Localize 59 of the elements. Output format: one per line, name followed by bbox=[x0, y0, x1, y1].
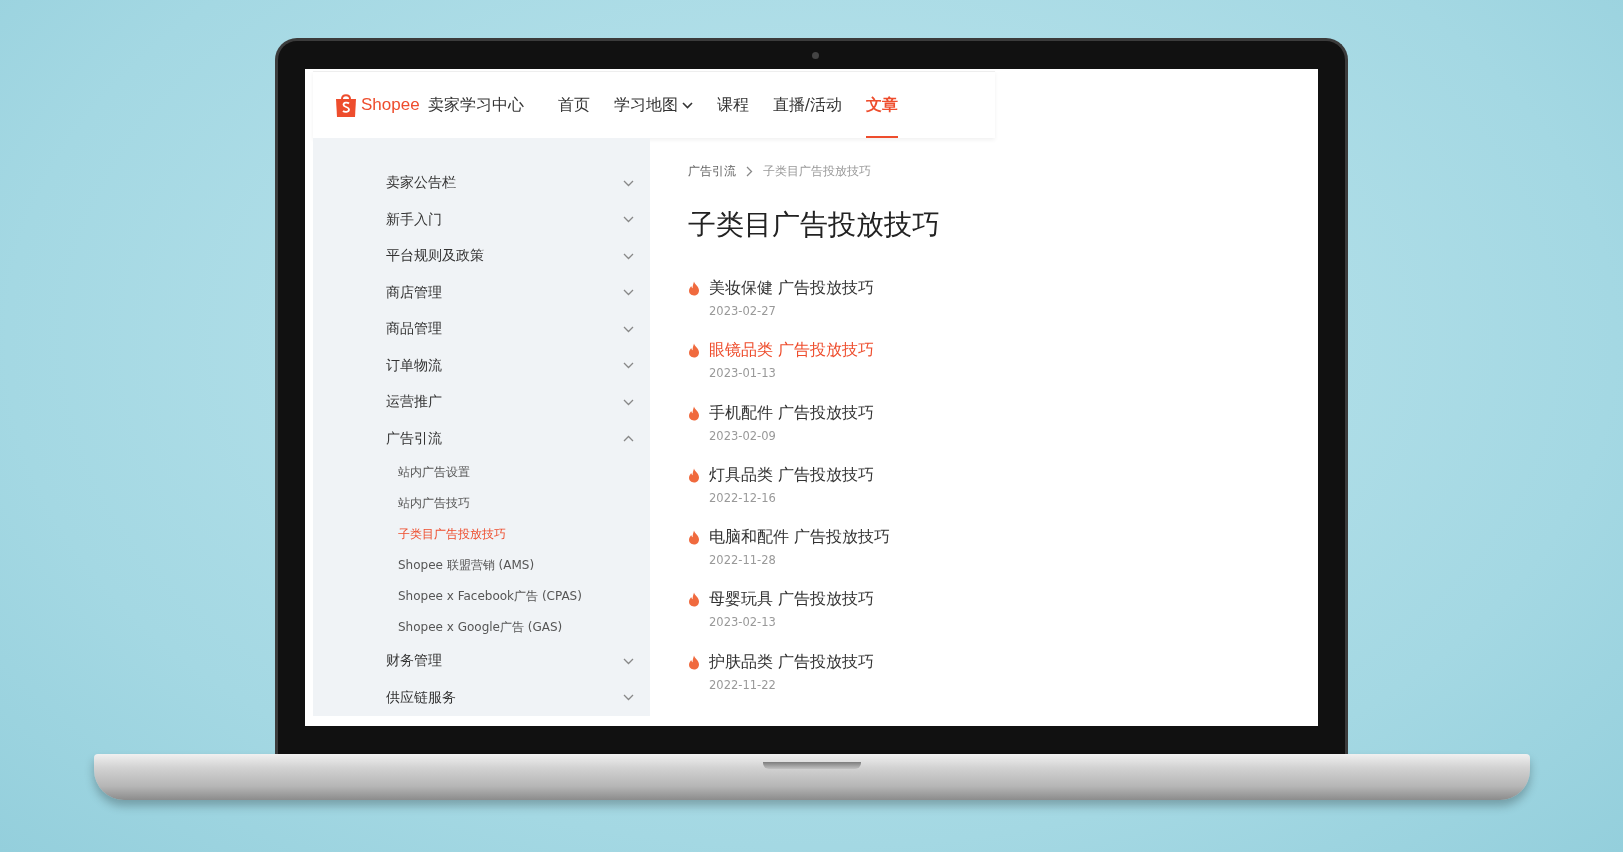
flame-icon bbox=[688, 281, 700, 296]
page-title: 子类目广告投放技巧 bbox=[688, 207, 941, 243]
sidebar-item[interactable]: 供应链服务 bbox=[313, 679, 650, 716]
shopping-bag-logo-icon bbox=[335, 92, 357, 118]
sidebar-subitem[interactable]: 站内广告设置 bbox=[313, 457, 650, 488]
flame-icon bbox=[688, 343, 700, 359]
chevron-down-icon bbox=[623, 289, 634, 297]
flame-icon bbox=[688, 530, 700, 546]
article-date: 2023-01-13 bbox=[709, 366, 777, 381]
article-date: 2022-11-22 bbox=[709, 677, 777, 692]
sidebar-subitem[interactable]: Shopee x Google广告 (GAS) bbox=[313, 612, 650, 643]
sidebar-item[interactable]: 运营推广 bbox=[313, 384, 650, 421]
article-date: 2022-11-28 bbox=[709, 553, 777, 568]
nav-tab[interactable]: 直播/活动 bbox=[772, 72, 842, 138]
sidebar-item[interactable]: 广告引流 bbox=[313, 420, 650, 457]
article-date: 2022-12-16 bbox=[709, 490, 777, 505]
chevron-down-icon bbox=[623, 398, 634, 406]
camera-icon bbox=[811, 52, 819, 59]
breadcrumb-link[interactable]: 广告引流 bbox=[688, 163, 736, 180]
chevron-down-icon bbox=[623, 252, 634, 260]
chevron-up-icon bbox=[623, 435, 634, 443]
chevron-down-icon bbox=[681, 101, 693, 109]
nav-tab[interactable]: 文章 bbox=[865, 72, 898, 138]
chevron-right-icon bbox=[746, 166, 753, 177]
flame-icon bbox=[688, 467, 700, 483]
chevron-down-icon bbox=[623, 657, 634, 665]
nav-tab[interactable]: 课程 bbox=[716, 72, 749, 138]
sidebar-item[interactable]: 商店管理 bbox=[313, 274, 650, 311]
chevron-down-icon bbox=[623, 325, 634, 333]
sidebar-item[interactable]: 平台规则及政策 bbox=[313, 238, 650, 275]
nav-tab[interactable]: 学习地图 bbox=[613, 72, 693, 138]
article-link[interactable]: 母婴玩具 广告投放技巧 bbox=[709, 589, 874, 610]
sidebar-item[interactable]: 商品管理 bbox=[313, 311, 650, 348]
article-link[interactable]: 电脑和配件 广告投放技巧 bbox=[709, 527, 890, 548]
sidebar-subitem[interactable]: Shopee 联盟营销 (AMS) bbox=[313, 550, 650, 581]
article-link[interactable]: 美妆保健 广告投放技巧 bbox=[709, 278, 874, 298]
article-link[interactable]: 眼镜品类 广告投放技巧 bbox=[709, 340, 874, 361]
article-date: 2023-02-27 bbox=[709, 304, 777, 318]
sidebar-item[interactable]: 新手入门 bbox=[313, 201, 650, 238]
sidebar-item[interactable]: 财务管理 bbox=[313, 643, 650, 680]
article-link[interactable]: 手机配件 广告投放技巧 bbox=[709, 402, 874, 423]
chevron-down-icon bbox=[623, 179, 634, 187]
flame-icon bbox=[688, 654, 700, 670]
logo-text: Shopee bbox=[361, 95, 420, 115]
sidebar-subitem[interactable]: Shopee x Facebook广告 (CPAS) bbox=[313, 581, 650, 612]
sidebar-item[interactable]: 订单物流 bbox=[313, 347, 650, 384]
article-link[interactable]: 灯具品类 广告投放技巧 bbox=[709, 464, 874, 485]
chevron-down-icon bbox=[623, 216, 634, 224]
flame-icon bbox=[688, 405, 700, 421]
sidebar-subitem[interactable]: 站内广告技巧 bbox=[313, 488, 650, 519]
chevron-down-icon bbox=[623, 694, 634, 702]
nav-tab[interactable]: 首页 bbox=[557, 72, 590, 138]
flame-icon bbox=[688, 592, 700, 608]
article-link[interactable]: 护肤品类 广告投放技巧 bbox=[709, 651, 874, 672]
chevron-down-icon bbox=[623, 362, 634, 370]
article-date: 2023-02-09 bbox=[709, 428, 777, 443]
sidebar-item[interactable]: 卖家公告栏 bbox=[313, 165, 650, 202]
article-date: 2023-02-13 bbox=[709, 615, 777, 630]
site-name: 卖家学习中心 bbox=[427, 94, 524, 116]
